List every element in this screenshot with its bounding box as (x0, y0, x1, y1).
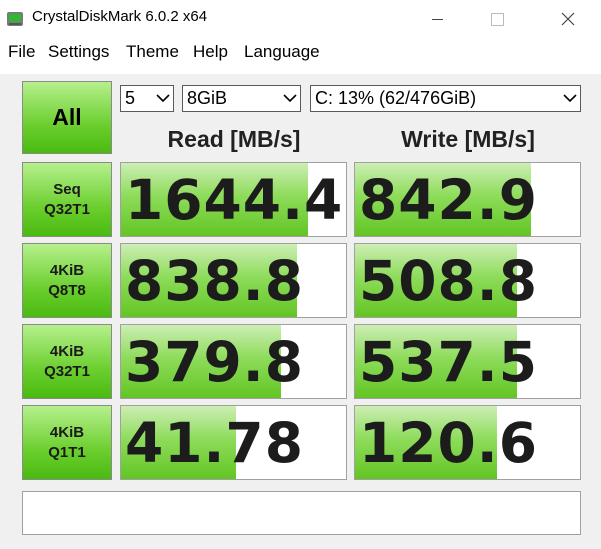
menu-language[interactable]: Language (244, 42, 320, 62)
write-result: 537.5 (354, 324, 581, 399)
write-column-header: Write [MB/s] (401, 126, 535, 152)
test-label-line2: Q32T1 (44, 362, 90, 380)
read-value: 379.8 (125, 330, 304, 394)
write-result: 842.9 (354, 162, 581, 237)
chevron-down-icon (280, 86, 300, 111)
menu-file[interactable]: File (8, 42, 35, 62)
window-title: CrystalDiskMark 6.0.2 x64 (32, 8, 208, 25)
menu-settings[interactable]: Settings (48, 42, 109, 62)
close-icon (561, 12, 575, 26)
minimize-button[interactable] (414, 0, 460, 38)
test-count-select[interactable]: 5 (120, 85, 174, 112)
write-value: 120.6 (359, 411, 538, 475)
read-result: 838.8 (120, 243, 347, 318)
test-seq-q32t1-button[interactable]: Seq Q32T1 (22, 162, 112, 237)
test-size-select[interactable]: 8GiB (182, 85, 301, 112)
maximize-icon (490, 12, 504, 26)
write-value: 537.5 (359, 330, 538, 394)
chevron-down-icon (560, 86, 580, 111)
write-value: 508.8 (359, 249, 538, 313)
drive-value: C: 13% (62/476GiB) (315, 88, 477, 108)
test-label-line1: 4KiB (49, 423, 85, 441)
chevron-down-icon (153, 86, 173, 111)
close-button[interactable] (545, 0, 591, 38)
test-label-line1: 4KiB (49, 261, 85, 279)
run-all-button[interactable]: All (22, 81, 112, 154)
app-icon (6, 10, 24, 28)
read-value: 838.8 (125, 249, 304, 313)
read-result: 1644.4 (120, 162, 347, 237)
comment-input[interactable] (22, 491, 581, 535)
test-4kib-q8t8-button[interactable]: 4KiB Q8T8 (22, 243, 112, 318)
test-label-line2: Q8T8 (48, 281, 86, 299)
test-4kib-q32t1-button[interactable]: 4KiB Q32T1 (22, 324, 112, 399)
write-result: 120.6 (354, 405, 581, 480)
read-value: 41.78 (125, 411, 304, 475)
test-count-value: 5 (125, 88, 136, 108)
test-label-line2: Q1T1 (48, 443, 86, 461)
test-label-line1: Seq (53, 180, 81, 198)
minimize-icon (431, 18, 443, 20)
drive-select[interactable]: C: 13% (62/476GiB) (310, 85, 581, 112)
test-label-line1: 4KiB (49, 342, 85, 360)
read-value: 1644.4 (125, 168, 344, 232)
menu-help[interactable]: Help (193, 42, 228, 62)
test-size-value: 8GiB (187, 88, 228, 108)
write-result: 508.8 (354, 243, 581, 318)
test-4kib-q1t1-button[interactable]: 4KiB Q1T1 (22, 405, 112, 480)
title-bar: CrystalDiskMark 6.0.2 x64 (0, 0, 601, 38)
read-result: 379.8 (120, 324, 347, 399)
read-column-header: Read [MB/s] (167, 126, 301, 152)
menu-bar: File Settings Theme Help Language (0, 42, 601, 66)
read-result: 41.78 (120, 405, 347, 480)
menu-theme[interactable]: Theme (126, 42, 179, 62)
test-label-line2: Q32T1 (44, 200, 90, 218)
maximize-button[interactable] (474, 0, 520, 38)
write-value: 842.9 (359, 168, 538, 232)
